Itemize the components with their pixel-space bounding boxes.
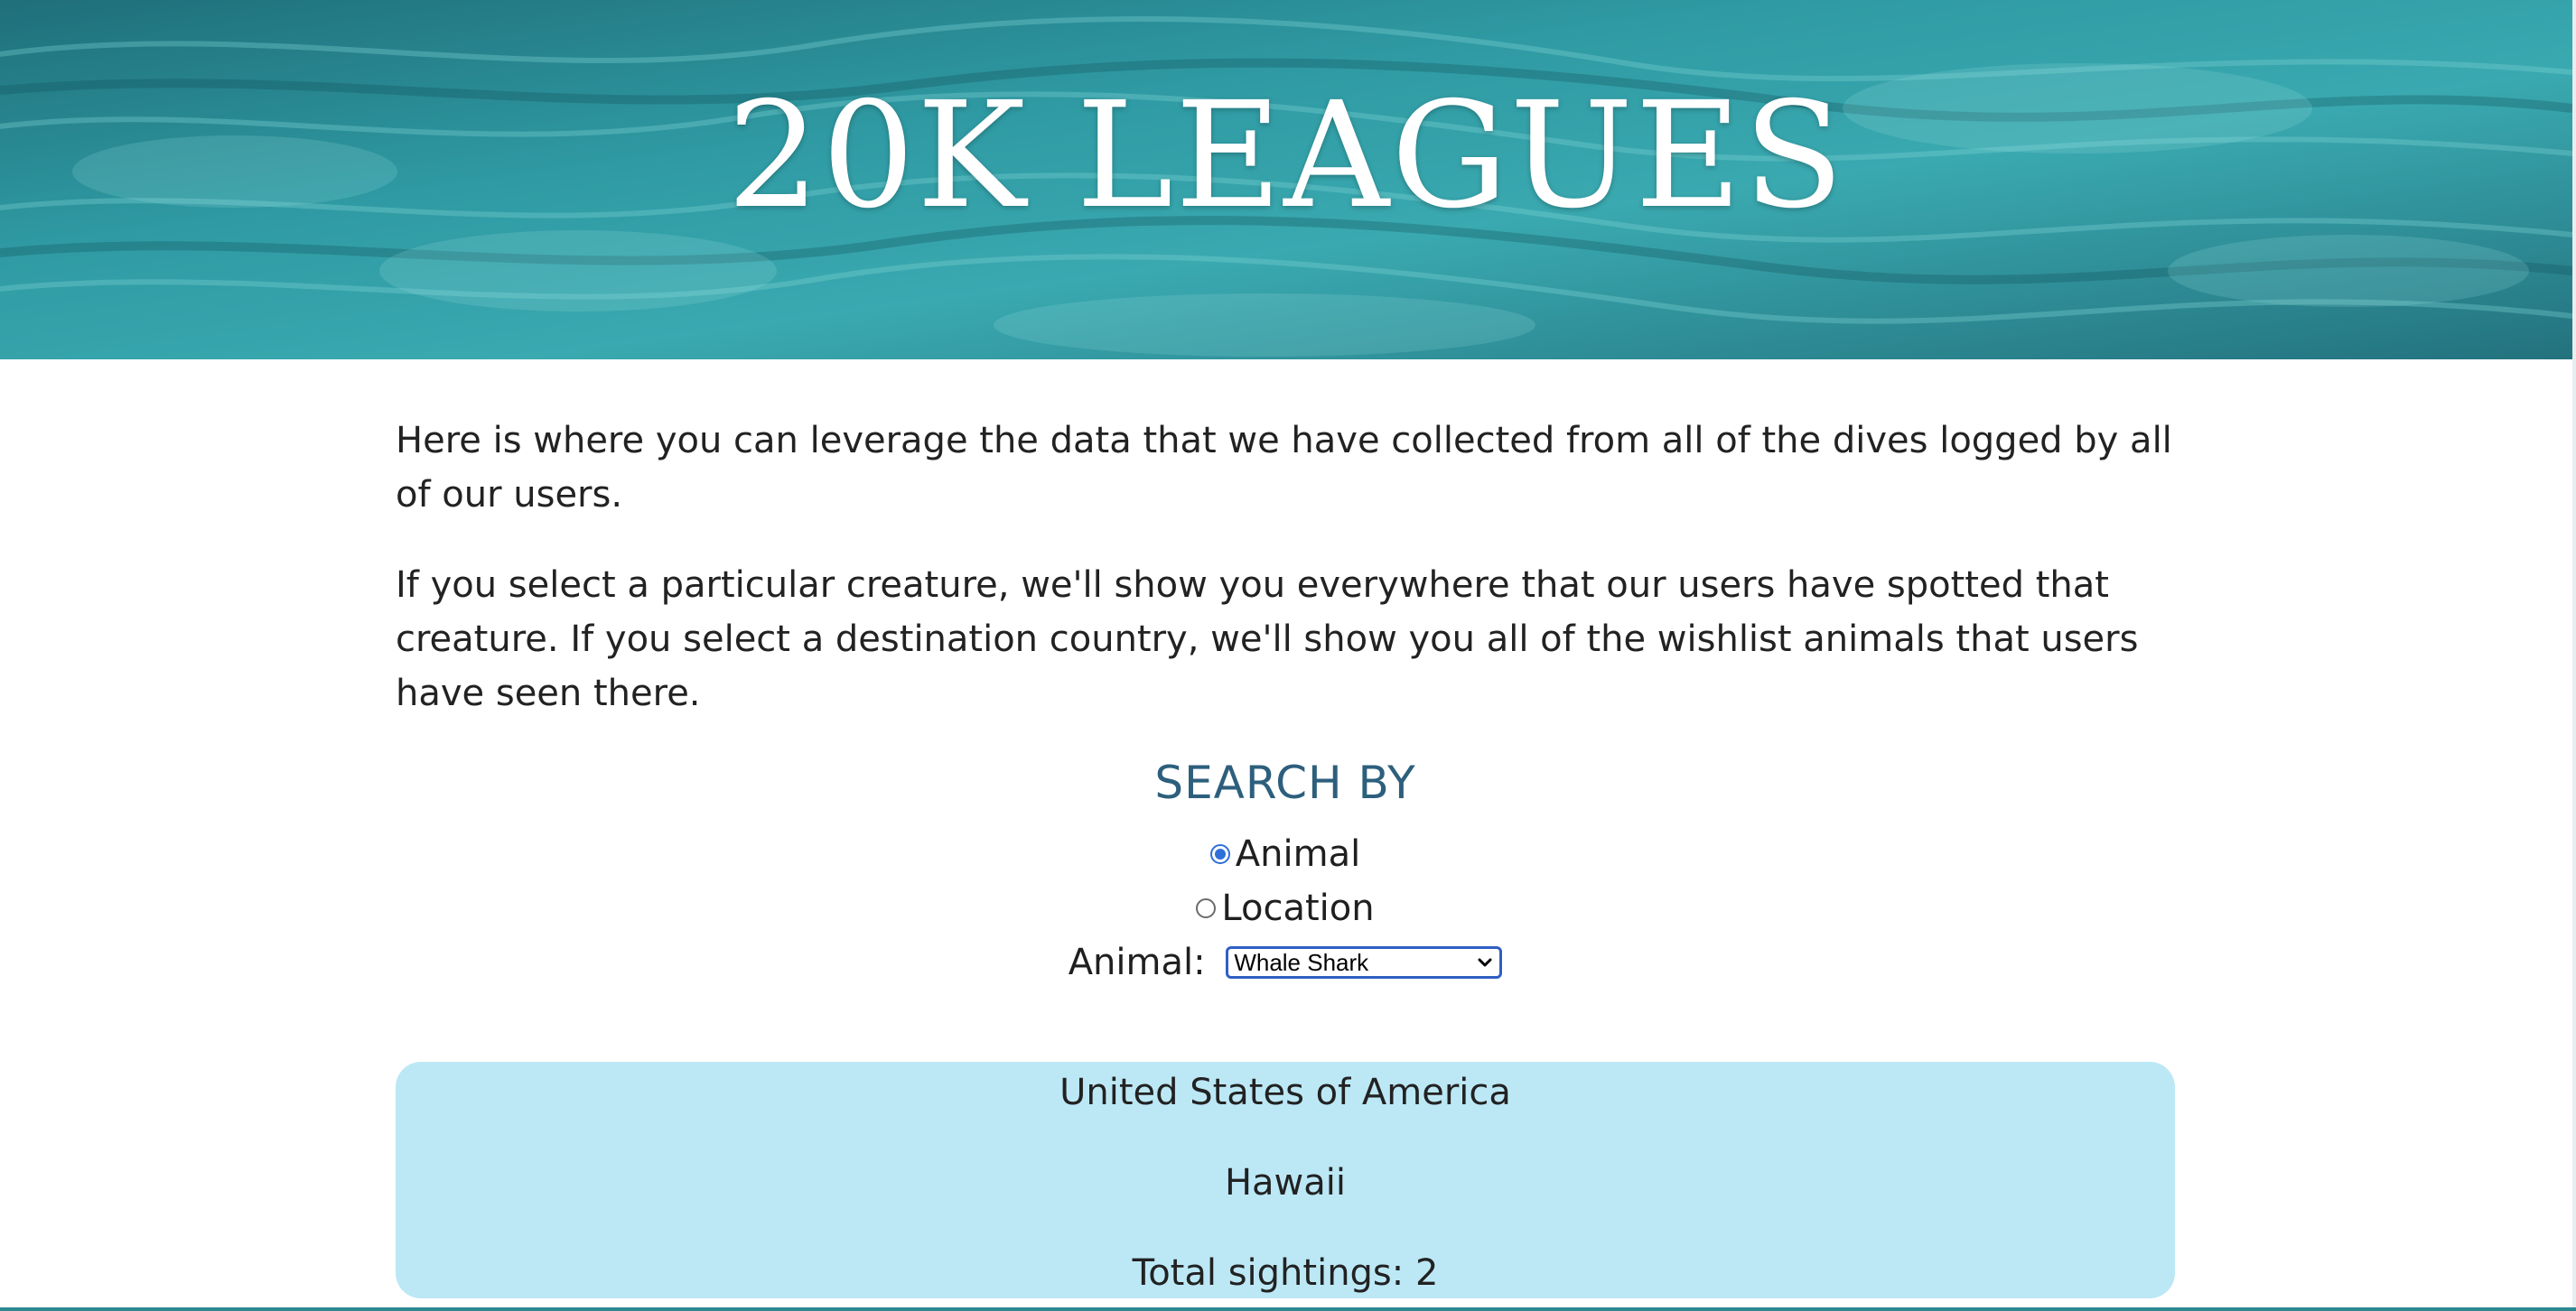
result-region: Hawaii xyxy=(1224,1162,1347,1204)
search-by-heading: SEARCH BY xyxy=(1154,757,1416,809)
animal-radio-button[interactable] xyxy=(1209,844,1230,864)
page: 20K LEAGUES Here is where you can levera… xyxy=(0,0,2576,1311)
animal-select-dropdown[interactable]: Whale Shark xyxy=(1226,946,1503,979)
search-option-location-row: Location xyxy=(396,879,2175,934)
animal-select-label: Animal: xyxy=(1068,942,1206,983)
location-radio-label: Location xyxy=(1221,888,1375,929)
result-total-sightings: Total sightings: 2 xyxy=(1132,1252,1439,1294)
animal-radio-label: Animal xyxy=(1235,833,1361,875)
result-country: United States of America xyxy=(1059,1072,1511,1113)
intro-paragraph-search-help: If you select a particular creature, we'… xyxy=(396,564,2139,714)
search-option-location[interactable]: Location xyxy=(1196,881,1375,935)
animal-select-row: Animal: Whale Shark xyxy=(396,934,2175,988)
search-option-animal-row: Animal xyxy=(396,825,2175,879)
animal-select-value: Whale Shark xyxy=(1234,949,1369,976)
intro-paragraph-data: Here is where you can leverage the data … xyxy=(396,420,2172,516)
scrollbar-track[interactable] xyxy=(2572,0,2576,1311)
hero-banner: 20K LEAGUES xyxy=(0,0,2572,359)
location-radio-button[interactable] xyxy=(1196,898,1217,918)
chevron-down-icon xyxy=(1478,958,1492,967)
site-title: 20K LEAGUES xyxy=(726,71,1846,241)
main-content: Here is where you can leverage the data … xyxy=(396,414,2175,1298)
results-panel: United States of America Hawaii Total si… xyxy=(396,1062,2175,1298)
footer-divider xyxy=(0,1307,2576,1311)
search-option-animal[interactable]: Animal xyxy=(1209,827,1361,881)
